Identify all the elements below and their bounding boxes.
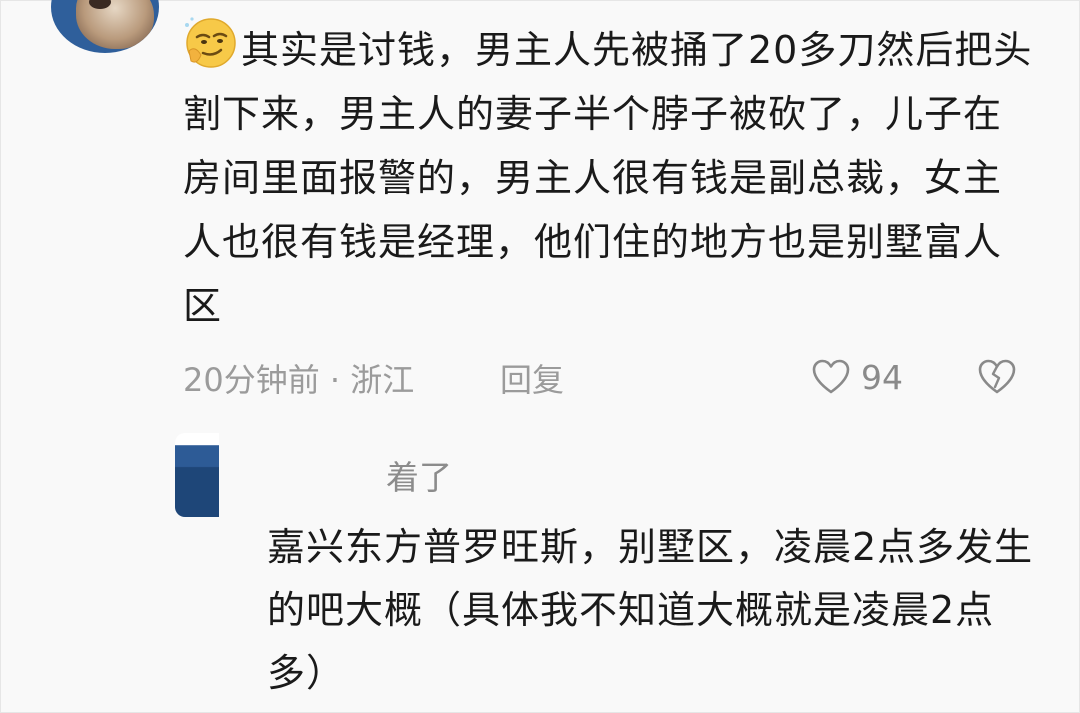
avatar[interactable] [51,0,159,53]
like-count: 94 [861,357,903,397]
reply-avatar[interactable] [175,433,219,517]
like-button[interactable]: 94 [811,357,903,397]
dislike-button[interactable] [977,357,1017,401]
reply-button[interactable]: 回复 [500,355,564,401]
avatar-image [76,0,154,49]
broken-heart-icon [978,359,1016,394]
comment-text: 其实是讨钱，男主人先被捅了20多刀然后把头割下来，男主人的妻子半个脖子被砍了，儿… [183,28,1033,328]
smirk-emoji-icon [185,17,236,68]
reply-username[interactable]: 着了 [386,451,452,499]
reply-text: 嘉兴东方普罗旺斯，别墅区，凌晨2点多发生的吧大概（具体我不知道大概就是凌晨2点多… [267,525,1034,695]
comment-time-location: 20分钟前 · 浙江 [183,361,415,399]
heart-icon [812,359,850,394]
comment-body: 其实是讨钱，男主人先被捅了20多刀然后把头割下来，男主人的妻子半个脖子被砍了，儿… [183,15,1033,338]
comment-panel: 其实是讨钱，男主人先被捅了20多刀然后把头割下来，男主人的妻子半个脖子被砍了，儿… [0,0,1080,713]
